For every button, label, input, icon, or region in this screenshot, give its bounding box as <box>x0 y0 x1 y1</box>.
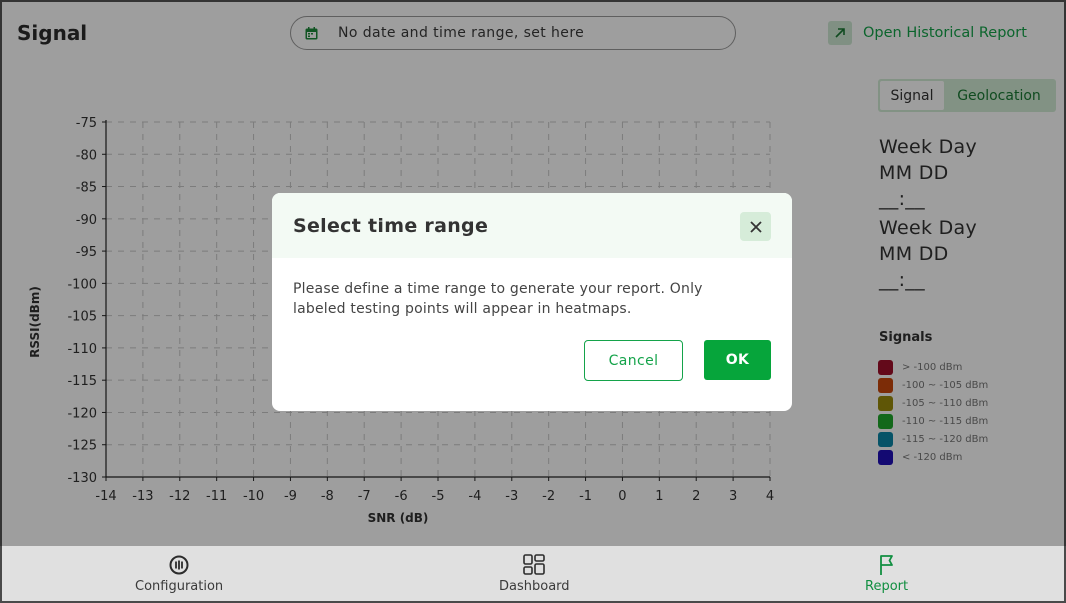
dialog-message: Please define a time range to generate y… <box>293 281 703 317</box>
close-button[interactable] <box>740 212 771 241</box>
cancel-button[interactable]: Cancel <box>584 340 683 381</box>
ok-button[interactable]: OK <box>704 340 771 380</box>
nav-backdrop <box>0 546 1066 603</box>
close-icon <box>749 220 762 233</box>
dialog-header: Select time range <box>272 193 792 258</box>
select-time-range-dialog: Select time range Please define a time r… <box>272 193 792 411</box>
dialog-title: Select time range <box>293 215 489 237</box>
